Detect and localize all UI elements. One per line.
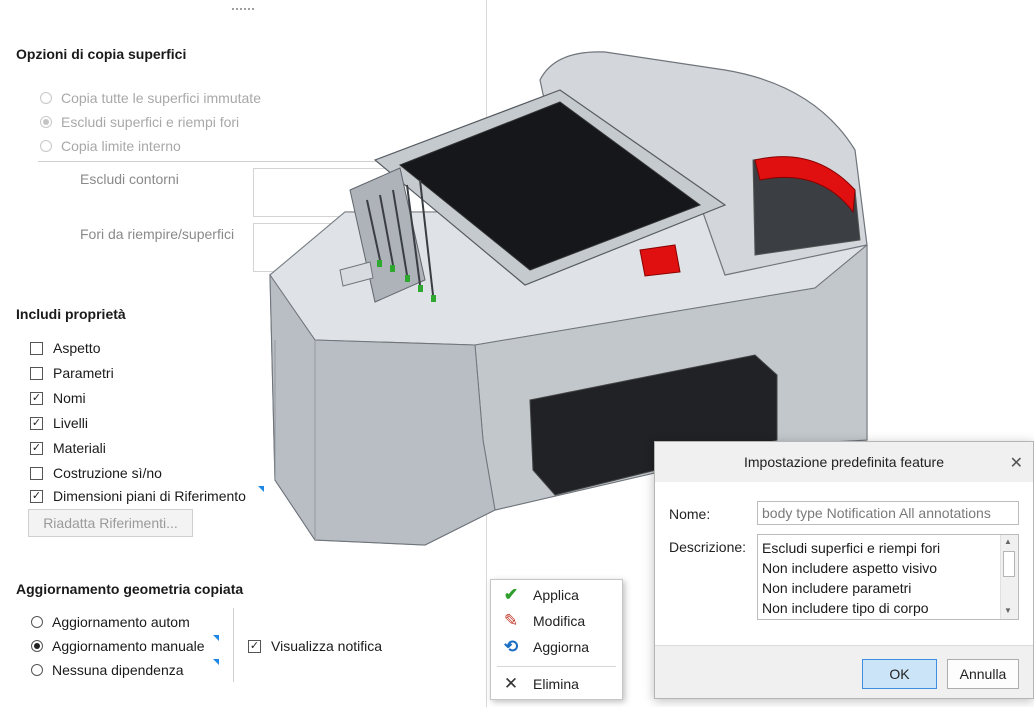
radio-label: Aggiornamento autom xyxy=(52,614,190,630)
checkbox-indicator xyxy=(30,366,43,380)
checkbox-label: Materiali xyxy=(53,440,106,456)
dialog-title: Impostazione predefinita feature xyxy=(743,454,944,470)
menu-item-label: Modifica xyxy=(533,613,586,629)
menu-item-apply[interactable]: ✔ Applica xyxy=(491,582,622,608)
more-options-indicator-icon xyxy=(213,635,219,641)
description-line: Non includere tipo di corpo xyxy=(762,600,929,616)
checkbox-materials[interactable]: ✓ Materiali xyxy=(30,440,106,456)
checkbox-indicator xyxy=(30,466,43,480)
checkbox-names[interactable]: ✓ Nomi xyxy=(30,390,86,406)
geometry-update-title: Aggiornamento geometria copiata xyxy=(16,581,244,597)
refit-references-button[interactable]: Riadatta Riferimenti... xyxy=(28,509,193,537)
radio-label: Aggiornamento manuale xyxy=(52,638,205,654)
vertical-divider xyxy=(233,608,234,682)
description-scrollbar[interactable]: ▲ ▼ xyxy=(1000,535,1018,619)
radio-copy-inner-boundary[interactable]: Copia limite interno xyxy=(40,138,181,154)
panel-drag-handle[interactable] xyxy=(232,8,254,12)
menu-item-update[interactable]: ⟲ Aggiorna xyxy=(491,634,622,660)
radio-indicator xyxy=(31,640,43,652)
name-input[interactable]: body type Notification All annotations xyxy=(757,501,1019,525)
feature-default-settings-dialog: Impostazione predefinita feature ✕ Nome:… xyxy=(654,441,1034,699)
name-label: Nome: xyxy=(669,506,711,522)
delete-x-icon: ✕ xyxy=(503,674,519,693)
radio-indicator xyxy=(40,116,52,128)
menu-item-label: Elimina xyxy=(533,676,579,692)
checkbox-layers[interactable]: ✓ Livelli xyxy=(30,415,88,431)
radio-indicator xyxy=(31,664,43,676)
dialog-body: Nome: body type Notification All annotat… xyxy=(655,482,1033,645)
checkbox-label: Nomi xyxy=(53,390,86,406)
radio-exclude-fill-holes[interactable]: Escludi superfici e riempi fori xyxy=(40,114,239,130)
description-line: Non includere aspetto visivo xyxy=(762,560,938,576)
exclude-contours-label: Escludi contorni xyxy=(80,171,179,187)
checkmark-icon: ✔ xyxy=(503,585,519,604)
refresh-icon: ⟲ xyxy=(503,637,519,656)
scrollbar-thumb[interactable] xyxy=(1003,551,1015,577)
menu-separator xyxy=(497,666,616,667)
radio-indicator xyxy=(40,140,52,152)
radio-indicator xyxy=(40,92,52,104)
feature-context-menu: ✔ Applica ✎ Modifica ⟲ Aggiorna ✕ Elimin… xyxy=(490,579,623,700)
scroll-down-icon[interactable]: ▼ xyxy=(1004,606,1012,615)
checkbox-datum-plane-dimensions[interactable]: ✓ Dimensioni piani di Riferimento xyxy=(30,488,246,504)
radio-label: Copia tutte le superfici immutate xyxy=(61,90,261,106)
checkmark-icon: ✓ xyxy=(248,639,261,653)
radio-label: Escludi superfici e riempi fori xyxy=(61,114,240,130)
cancel-button[interactable]: Annulla xyxy=(947,659,1019,689)
radio-no-dependency[interactable]: Nessuna dipendenza xyxy=(31,662,184,678)
radio-indicator xyxy=(31,616,43,628)
checkbox-label: Dimensioni piani di Riferimento xyxy=(53,488,246,504)
description-line: Non includere parametri xyxy=(762,580,912,596)
checkbox-appearance[interactable]: Aspetto xyxy=(30,340,100,356)
include-properties-title: Includi proprietà xyxy=(16,306,126,322)
model-red-block xyxy=(639,244,681,277)
pencil-icon: ✎ xyxy=(503,611,519,630)
checkbox-show-notification[interactable]: ✓ Visualizza notifica xyxy=(248,638,382,654)
checkmark-icon: ✓ xyxy=(30,391,43,405)
close-icon[interactable]: ✕ xyxy=(1010,453,1023,473)
menu-item-delete[interactable]: ✕ Elimina xyxy=(491,671,622,697)
checkmark-icon: ✓ xyxy=(30,416,43,430)
checkbox-label: Parametri xyxy=(53,365,114,381)
fill-holes-label: Fori da riempire/superfici xyxy=(80,226,235,242)
ok-button[interactable]: OK xyxy=(862,659,937,689)
dialog-footer: OK Annulla xyxy=(655,645,1033,699)
menu-item-label: Aggiorna xyxy=(533,639,590,655)
menu-item-edit[interactable]: ✎ Modifica xyxy=(491,608,622,634)
scroll-up-icon[interactable]: ▲ xyxy=(1004,537,1012,546)
checkbox-label: Costruzione sì/no xyxy=(53,465,162,481)
description-label: Descrizione: xyxy=(669,539,747,555)
checkbox-label: Aspetto xyxy=(53,340,101,356)
description-line: Escludi superfici e riempi fori xyxy=(762,540,941,556)
surface-copy-title: Opzioni di copia superfici xyxy=(16,46,187,62)
checkbox-parameters[interactable]: Parametri xyxy=(30,365,114,381)
radio-label: Copia limite interno xyxy=(61,138,181,154)
checkbox-indicator xyxy=(30,341,43,355)
more-options-indicator-icon xyxy=(213,659,219,665)
checkbox-construction[interactable]: Costruzione sì/no xyxy=(30,465,162,481)
radio-manual-update[interactable]: Aggiornamento manuale xyxy=(31,638,205,654)
description-textarea[interactable]: Escludi superfici e riempi fori Non incl… xyxy=(757,534,1019,620)
checkmark-icon: ✓ xyxy=(30,441,43,455)
radio-label: Nessuna dipendenza xyxy=(52,662,184,678)
radio-copy-all-unchanged[interactable]: Copia tutte le superfici immutate xyxy=(40,90,261,106)
checkbox-label: Visualizza notifica xyxy=(271,638,383,654)
checkbox-label: Livelli xyxy=(53,415,89,431)
checkmark-icon: ✓ xyxy=(30,489,43,503)
menu-item-label: Applica xyxy=(533,587,579,603)
radio-auto-update[interactable]: Aggiornamento autom xyxy=(31,614,190,630)
